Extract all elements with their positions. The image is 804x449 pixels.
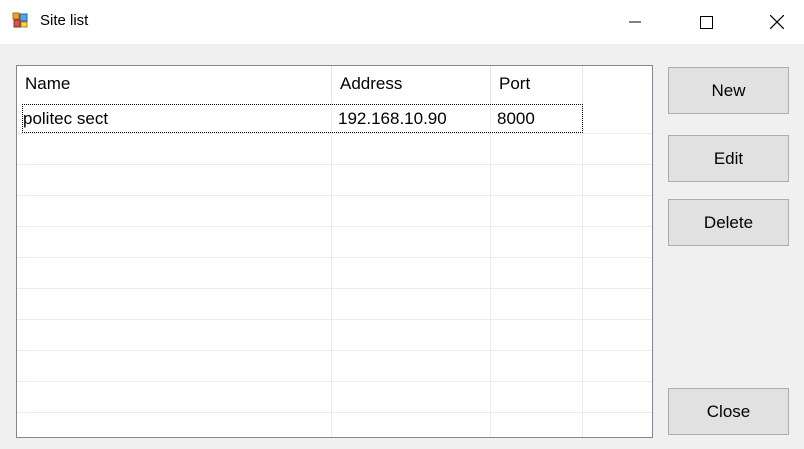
window-title: Site list: [40, 12, 89, 29]
grid-line: [17, 381, 652, 382]
grid-line: [17, 164, 652, 165]
app-icon: [12, 12, 28, 28]
grid-line: [17, 226, 652, 227]
minimize-button[interactable]: [612, 0, 658, 44]
cell-port[interactable]: 8000: [491, 104, 582, 134]
minimize-icon: [629, 21, 641, 23]
grid-line: [17, 195, 652, 196]
grid-line: [17, 257, 652, 258]
column-header-port[interactable]: Port: [491, 66, 582, 102]
grid-line: [17, 412, 652, 413]
grid-line: [17, 319, 652, 320]
maximize-button[interactable]: [683, 0, 729, 44]
grid-line: [331, 102, 332, 437]
close-button[interactable]: Close: [668, 388, 789, 435]
title-bar: Site list: [0, 0, 804, 44]
cell-address[interactable]: 192.168.10.90: [332, 104, 490, 134]
edit-button[interactable]: Edit: [668, 135, 789, 182]
close-window-button[interactable]: [754, 0, 800, 44]
column-header-address[interactable]: Address: [332, 66, 490, 102]
site-list-view[interactable]: Name Address Port politec sect 192.168.1…: [16, 65, 653, 438]
grid-line: [17, 350, 652, 351]
close-icon: [770, 15, 784, 29]
new-button[interactable]: New: [668, 67, 789, 114]
grid-line: [17, 288, 652, 289]
column-separator[interactable]: [582, 66, 583, 102]
maximize-icon: [699, 15, 713, 29]
cell-name[interactable]: politec sect: [17, 104, 331, 134]
grid-line: [490, 102, 491, 437]
column-header-name[interactable]: Name: [17, 66, 331, 102]
grid-line: [582, 102, 583, 437]
delete-button[interactable]: Delete: [668, 199, 789, 246]
